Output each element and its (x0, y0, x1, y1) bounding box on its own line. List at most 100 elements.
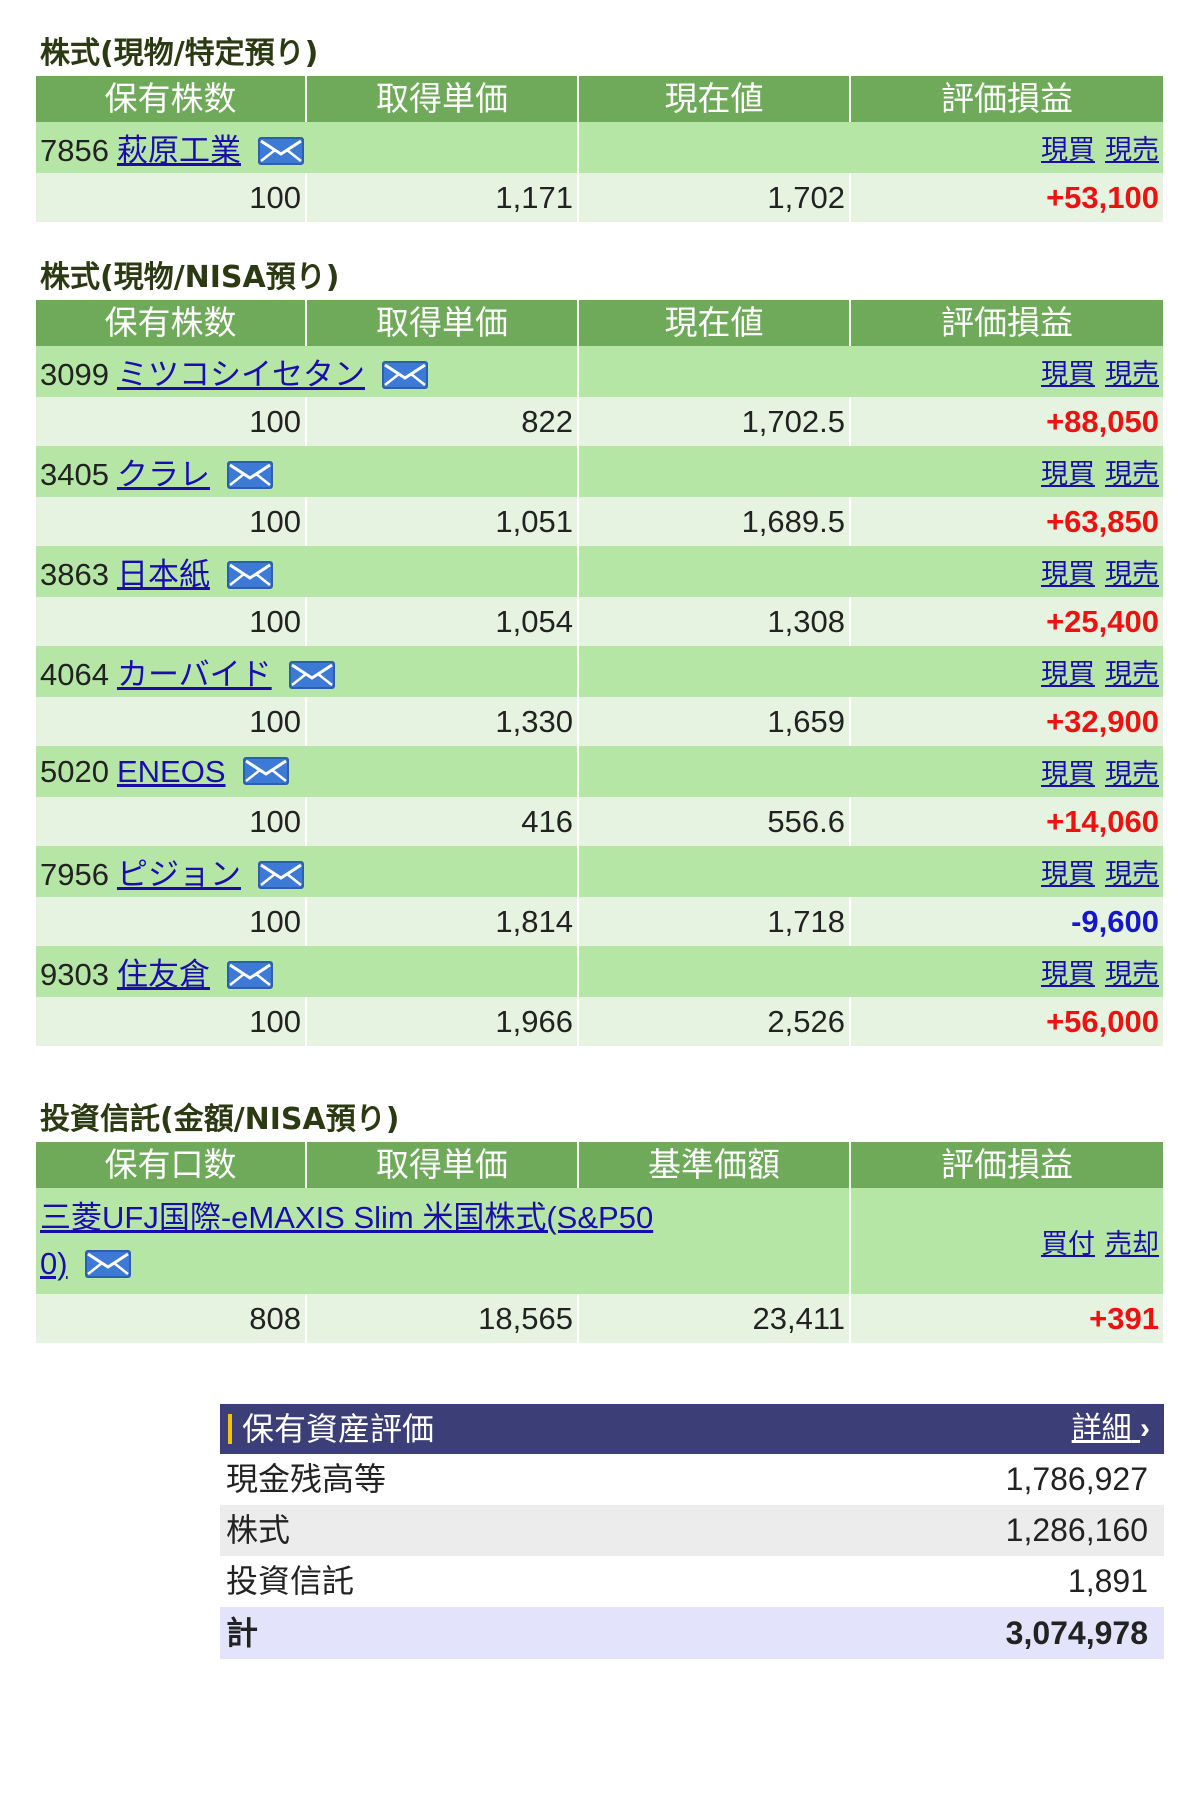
stock-name-link[interactable]: カーバイド (117, 657, 272, 692)
summary-row-cash: 現金残高等 1,786,927 (220, 1454, 1164, 1505)
buy-link[interactable]: 現買 (1041, 459, 1095, 489)
buy-link[interactable]: 現買 (1041, 759, 1095, 789)
qty-cell: 100 (36, 173, 306, 222)
stock-value-row: 100 416 556.6 +14,060 (36, 797, 1163, 846)
fund-buy-link[interactable]: 買付 (1041, 1229, 1095, 1259)
trade-actions: 現買 現売 (578, 646, 1163, 697)
qty-cell: 100 (36, 697, 306, 746)
mail-icon[interactable] (84, 1249, 132, 1279)
pl-cell: +88,050 (849, 397, 1163, 446)
stock-code: 7856 (40, 133, 109, 168)
fund-name-cell: 三菱UFJ国際-eMAXIS Slim 米国株式(S&P50 0) (36, 1188, 851, 1294)
stock-name-link[interactable]: 日本紙 (117, 557, 210, 592)
sell-link[interactable]: 現売 (1105, 559, 1159, 589)
sell-link[interactable]: 現売 (1105, 659, 1159, 689)
stock-name-link[interactable]: 住友倉 (117, 957, 210, 992)
col-header-cost: 取得単価 (305, 300, 578, 346)
trade-actions: 現買 現売 (578, 122, 1163, 173)
buy-link[interactable]: 現買 (1041, 959, 1095, 989)
chevron-right-icon: › (1140, 1412, 1150, 1445)
cost-cell: 416 (305, 797, 578, 846)
trade-actions: 現買 現売 (578, 546, 1163, 597)
buy-link[interactable]: 現買 (1041, 135, 1095, 165)
section-nisa-funds: 投資信託(金額/NISA預り) 保有口数 取得単価 基準価額 評価損益 三菱UF… (36, 1098, 1163, 1343)
pl-cell: +32,900 (849, 697, 1163, 746)
sell-link[interactable]: 現売 (1105, 459, 1159, 489)
stock-code: 3405 (40, 457, 109, 492)
stock-value-row: 100 822 1,702.5 +88,050 (36, 397, 1163, 446)
sell-link[interactable]: 現売 (1105, 135, 1159, 165)
sell-link[interactable]: 現売 (1105, 959, 1159, 989)
qty-cell: 100 (36, 397, 306, 446)
qty-cell: 100 (36, 897, 306, 946)
mail-icon[interactable] (288, 660, 336, 690)
mail-icon[interactable] (226, 960, 274, 990)
mail-icon[interactable] (226, 560, 274, 590)
buy-link[interactable]: 現買 (1041, 859, 1095, 889)
summary-row-total: 計 3,074,978 (220, 1607, 1164, 1659)
stock-name-link[interactable]: ENEOS (117, 754, 226, 789)
detail-link[interactable]: 詳細 › (1072, 1404, 1150, 1454)
summary-title: 保有資産評価 (242, 1411, 435, 1447)
fund-link[interactable]: 三菱UFJ国際-eMAXIS Slim 米国株式(S&P50 0) (40, 1200, 653, 1281)
fund-sell-link[interactable]: 売却 (1105, 1229, 1159, 1259)
qty-cell: 808 (36, 1294, 306, 1343)
stock-code: 4064 (40, 657, 109, 692)
stock-name-row: 5020 ENEOS 現買 現売 (36, 746, 1163, 797)
section-title: 株式(現物/特定預り) (40, 36, 319, 71)
price-cell: 23,411 (577, 1294, 850, 1343)
stock-name-link[interactable]: 萩原工業 (117, 133, 241, 168)
stock-name-cell: 4064 カーバイド (36, 646, 579, 697)
buy-link[interactable]: 現買 (1041, 559, 1095, 589)
asset-summary: 保有資産評価 詳細 › 現金残高等 1,786,927 株式 1,286,160… (220, 1404, 1164, 1659)
stock-name-link[interactable]: ピジョン (117, 857, 241, 892)
pl-cell: +56,000 (849, 997, 1163, 1046)
cost-cell: 1,330 (305, 697, 578, 746)
summary-row-stocks: 株式 1,286,160 (220, 1505, 1164, 1556)
stock-name-cell: 9303 住友倉 (36, 946, 579, 997)
holdings-table: 保有株数 取得単価 現在値 評価損益 7856 萩原工業 現買 現売 100 1,171 1… (36, 76, 1163, 222)
stock-value-row: 100 1,814 1,718 -9,600 (36, 897, 1163, 946)
sell-link[interactable]: 現売 (1105, 759, 1159, 789)
fund-actions: 買付 売却 (850, 1188, 1163, 1294)
trade-actions: 現買 現売 (578, 346, 1163, 397)
section-nisa-stocks: 株式(現物/NISA預り) 保有株数 取得単価 現在値 評価損益 3099 ミツコ… (36, 256, 1163, 1046)
stock-code: 9303 (40, 957, 109, 992)
mail-icon[interactable] (242, 756, 290, 786)
col-header-price: 現在値 (577, 300, 850, 346)
stock-name-link[interactable]: ミツコシイセタン (117, 357, 365, 392)
sell-link[interactable]: 現売 (1105, 359, 1159, 389)
stock-value-row: 100 1,054 1,308 +25,400 (36, 597, 1163, 646)
mail-icon[interactable] (257, 136, 305, 166)
sell-link[interactable]: 現売 (1105, 859, 1159, 889)
fund-name-row: 三菱UFJ国際-eMAXIS Slim 米国株式(S&P50 0) 買付 売却 (36, 1188, 1163, 1294)
pl-cell: +14,060 (849, 797, 1163, 846)
buy-link[interactable]: 現買 (1041, 659, 1095, 689)
accent-bar (228, 1413, 232, 1444)
stock-code: 3863 (40, 557, 109, 592)
mail-icon[interactable] (381, 360, 429, 390)
cost-cell: 1,814 (305, 897, 578, 946)
stock-code: 7956 (40, 857, 109, 892)
qty-cell: 100 (36, 797, 306, 846)
section-title: 株式(現物/NISA預り) (40, 260, 340, 295)
col-header-units: 保有口数 (36, 1142, 306, 1188)
col-header-nav: 基準価額 (577, 1142, 850, 1188)
price-cell: 1,718 (577, 897, 850, 946)
buy-link[interactable]: 現買 (1041, 359, 1095, 389)
stock-name-row: 7856 萩原工業 現買 現売 (36, 122, 1163, 173)
stock-name-row: 9303 住友倉 現買 現売 (36, 946, 1163, 997)
summary-header: 保有資産評価 詳細 › (220, 1404, 1164, 1454)
summary-value: 1,891 (1067, 1563, 1148, 1599)
stock-name-cell: 5020 ENEOS (36, 746, 579, 797)
price-cell: 1,702 (577, 173, 850, 222)
col-header-pl: 評価損益 (849, 76, 1163, 122)
cost-cell: 1,054 (305, 597, 578, 646)
stock-name-link[interactable]: クラレ (117, 457, 210, 492)
mail-icon[interactable] (257, 860, 305, 890)
stock-name-cell: 7956 ピジョン (36, 846, 579, 897)
cost-cell: 1,171 (305, 173, 578, 222)
cost-cell: 822 (305, 397, 578, 446)
pl-cell: +25,400 (849, 597, 1163, 646)
mail-icon[interactable] (226, 460, 274, 490)
